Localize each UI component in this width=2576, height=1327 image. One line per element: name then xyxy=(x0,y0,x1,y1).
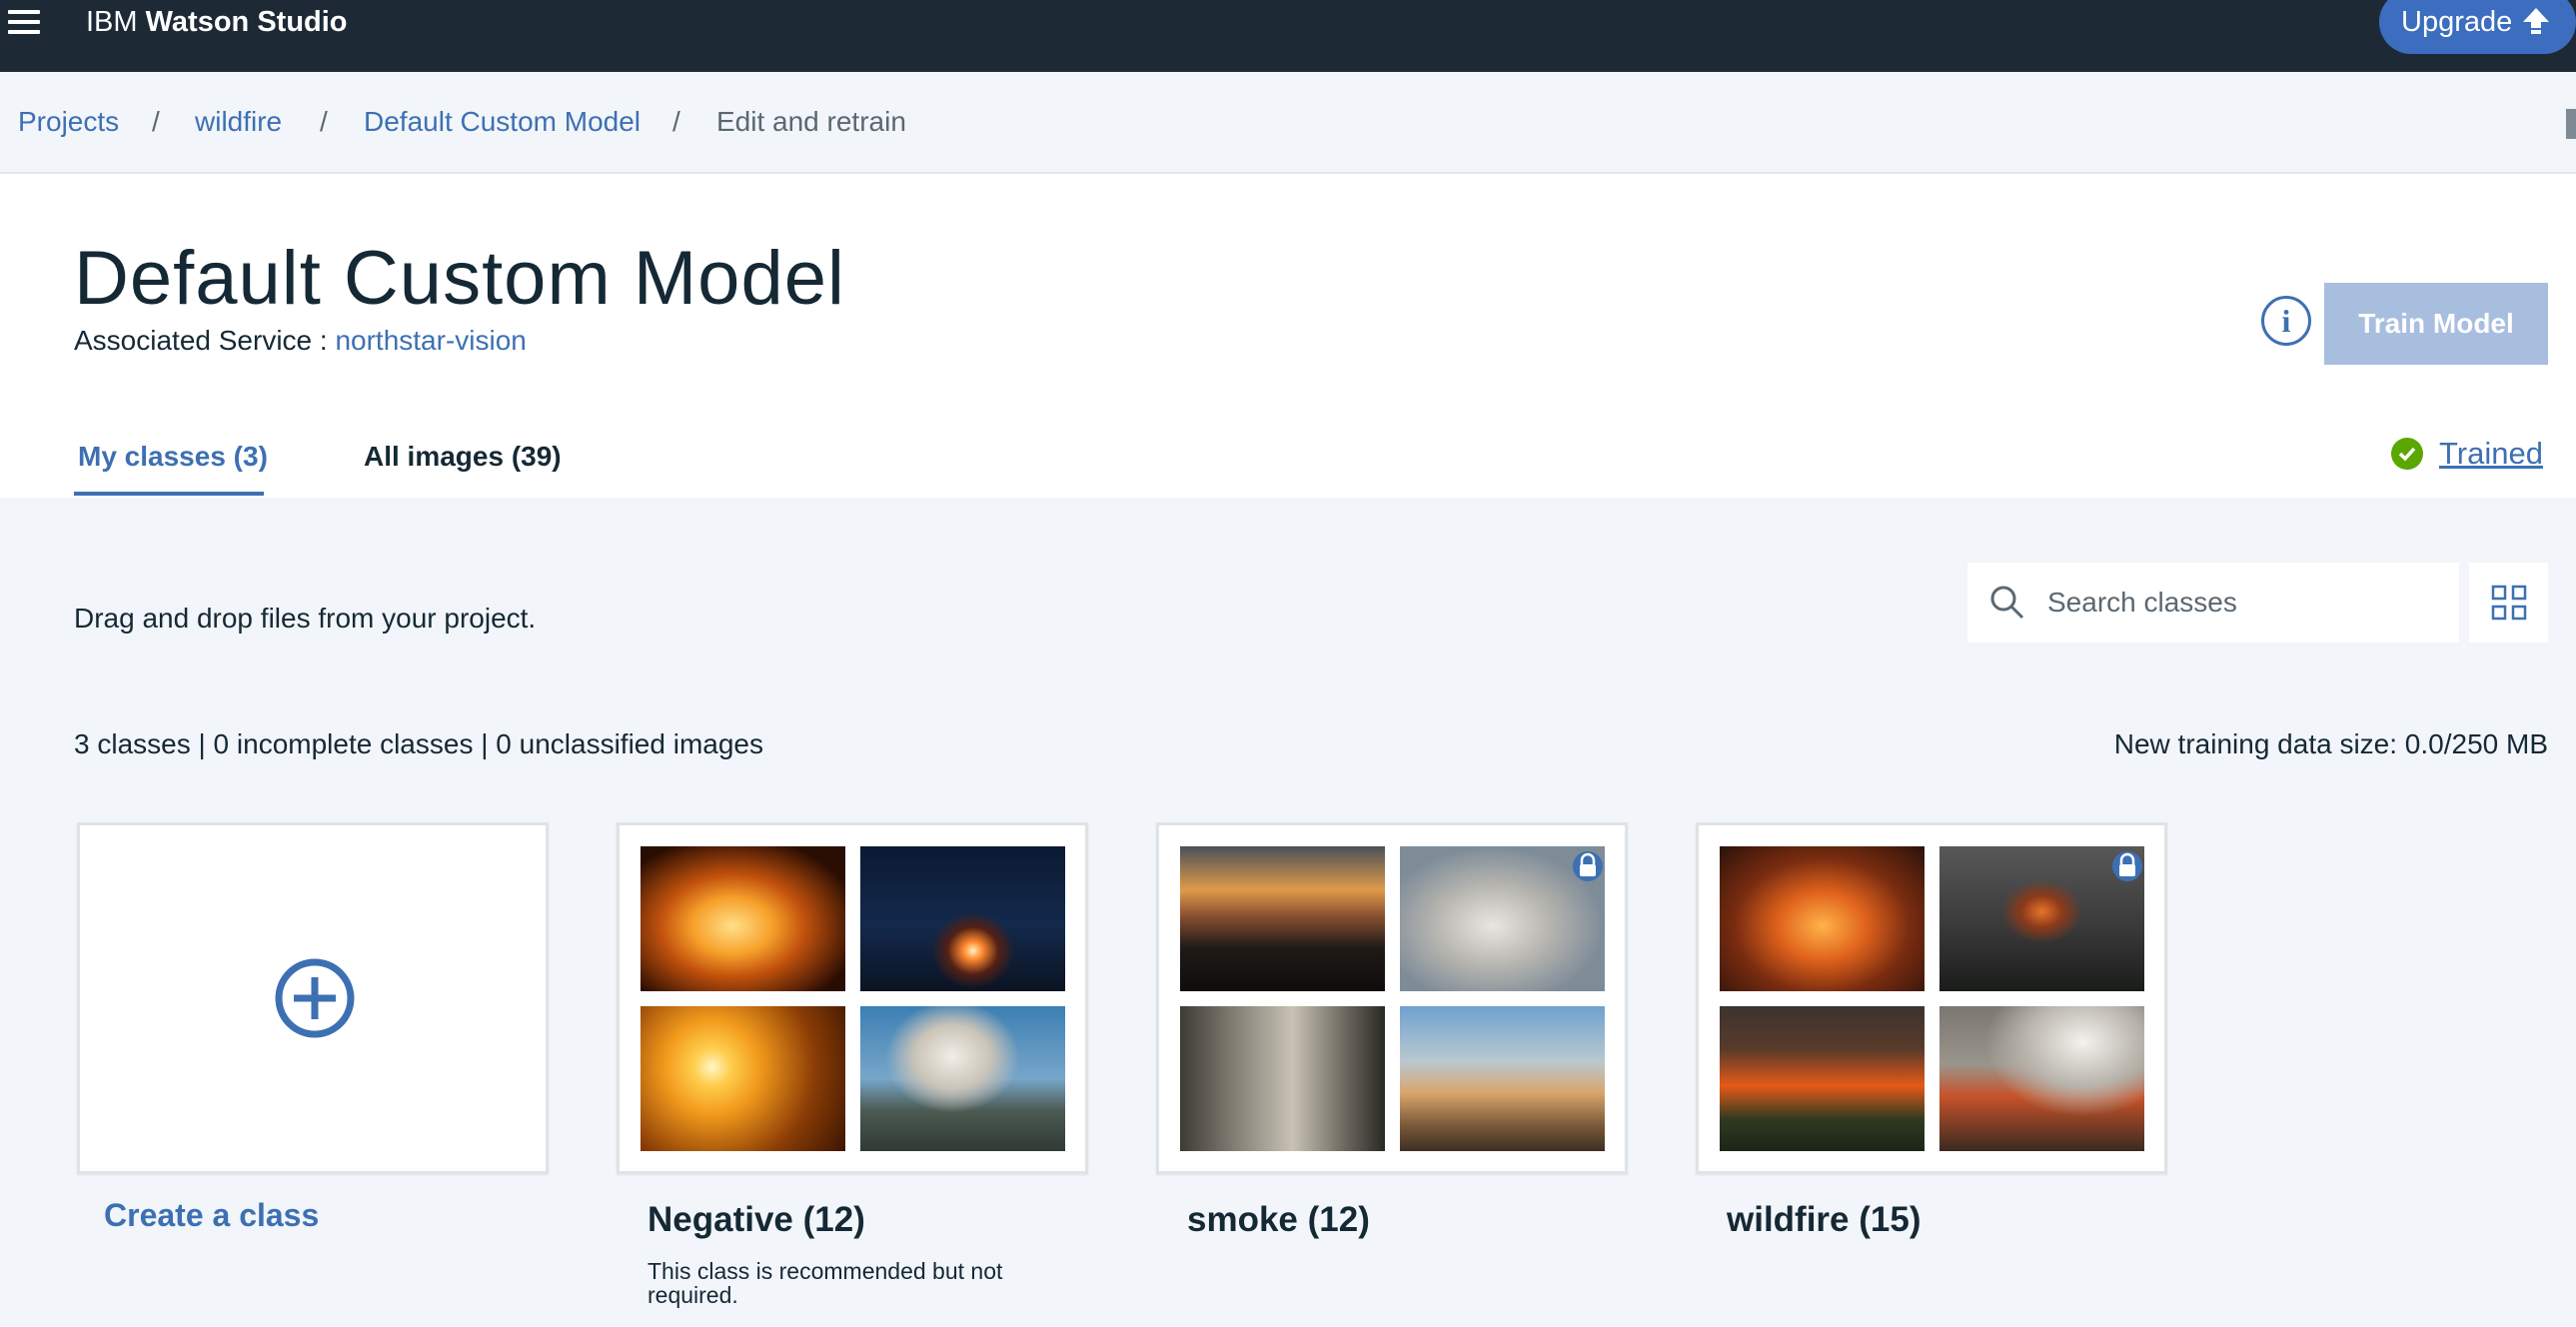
class-card-smoke[interactable] xyxy=(1156,822,1628,1174)
create-class-card[interactable] xyxy=(77,822,549,1174)
associated-service: Associated Service : northstar-vision xyxy=(74,324,527,358)
class-name[interactable]: smoke (12) xyxy=(1187,1199,1370,1241)
tab-all-images[interactable]: All images (39) xyxy=(364,440,562,474)
class-thumbnail xyxy=(860,1006,1065,1151)
class-name[interactable]: Negative (12) xyxy=(647,1199,865,1241)
class-note: This class is recommended but not requir… xyxy=(647,1258,1003,1308)
panel-edge-handle[interactable] xyxy=(2566,109,2576,139)
breadcrumb-projects[interactable]: Projects xyxy=(18,106,119,138)
search-classes[interactable] xyxy=(1967,563,2459,643)
upgrade-button[interactable]: Upgrade xyxy=(2379,0,2576,54)
page-title: Default Custom Model xyxy=(74,236,845,321)
train-model-button[interactable]: Train Model xyxy=(2324,283,2548,365)
class-thumbnail xyxy=(1720,1006,1925,1151)
class-thumbnail xyxy=(1939,1006,2144,1151)
active-tab-indicator xyxy=(74,492,264,496)
class-thumbnail xyxy=(1400,846,1605,991)
associated-service-label: Associated Service : xyxy=(74,325,328,356)
class-thumbnail xyxy=(1400,1006,1605,1151)
model-header: Default Custom Model Associated Service … xyxy=(0,174,2576,498)
class-thumbnail xyxy=(860,846,1065,991)
breadcrumb-current: Edit and retrain xyxy=(716,106,906,137)
breadcrumb: Projects / wildfire / Default Custom Mod… xyxy=(0,72,2576,174)
grid-view-icon xyxy=(2491,585,2527,621)
tab-my-classes[interactable]: My classes (3) xyxy=(78,440,268,474)
trained-status-link[interactable]: Trained xyxy=(2439,436,2543,472)
class-thumbnail xyxy=(1180,1006,1385,1151)
breadcrumb-project[interactable]: wildfire xyxy=(195,106,282,138)
breadcrumb-separator: / xyxy=(320,106,328,137)
info-icon[interactable]: i xyxy=(2261,296,2311,346)
class-thumbnail xyxy=(1939,846,2144,991)
search-input[interactable] xyxy=(2047,563,2447,643)
check-circle-icon xyxy=(2391,438,2423,470)
class-thumbnail xyxy=(1180,846,1385,991)
class-name[interactable]: wildfire (15) xyxy=(1727,1199,1921,1241)
class-thumbnail xyxy=(1720,846,1925,991)
app-brand[interactable]: IBM Watson Studio xyxy=(86,4,348,40)
upgrade-label: Upgrade xyxy=(2401,6,2513,38)
training-data-size: New training data size: 0.0/250 MB xyxy=(2113,728,2548,759)
class-thumbnail xyxy=(641,846,845,991)
drag-drop-hint: Drag and drop files from your project. xyxy=(74,603,537,634)
add-circle-icon[interactable] xyxy=(274,957,356,1039)
top-bar: IBM Watson Studio Upgrade xyxy=(0,0,2576,72)
menu-icon[interactable] xyxy=(4,6,40,42)
brand-prefix: IBM xyxy=(86,6,138,38)
create-class-link[interactable]: Create a class xyxy=(104,1196,319,1234)
lock-icon xyxy=(2112,851,2142,881)
search-icon xyxy=(1990,586,2024,620)
class-stats: 3 classes | 0 incomplete classes | 0 unc… xyxy=(74,728,763,759)
breadcrumb-separator: / xyxy=(672,106,680,137)
class-thumbnail xyxy=(641,1006,845,1151)
upgrade-arrow-icon xyxy=(2523,8,2549,34)
breadcrumb-separator: / xyxy=(152,106,160,137)
brand-name: Watson Studio xyxy=(145,6,348,38)
lock-icon xyxy=(1573,851,1603,881)
class-card-wildfire[interactable] xyxy=(1696,822,2167,1174)
breadcrumb-model[interactable]: Default Custom Model xyxy=(364,106,641,138)
grid-view-button[interactable] xyxy=(2469,563,2548,643)
associated-service-link[interactable]: northstar-vision xyxy=(335,325,526,356)
class-card-negative[interactable] xyxy=(617,822,1088,1174)
